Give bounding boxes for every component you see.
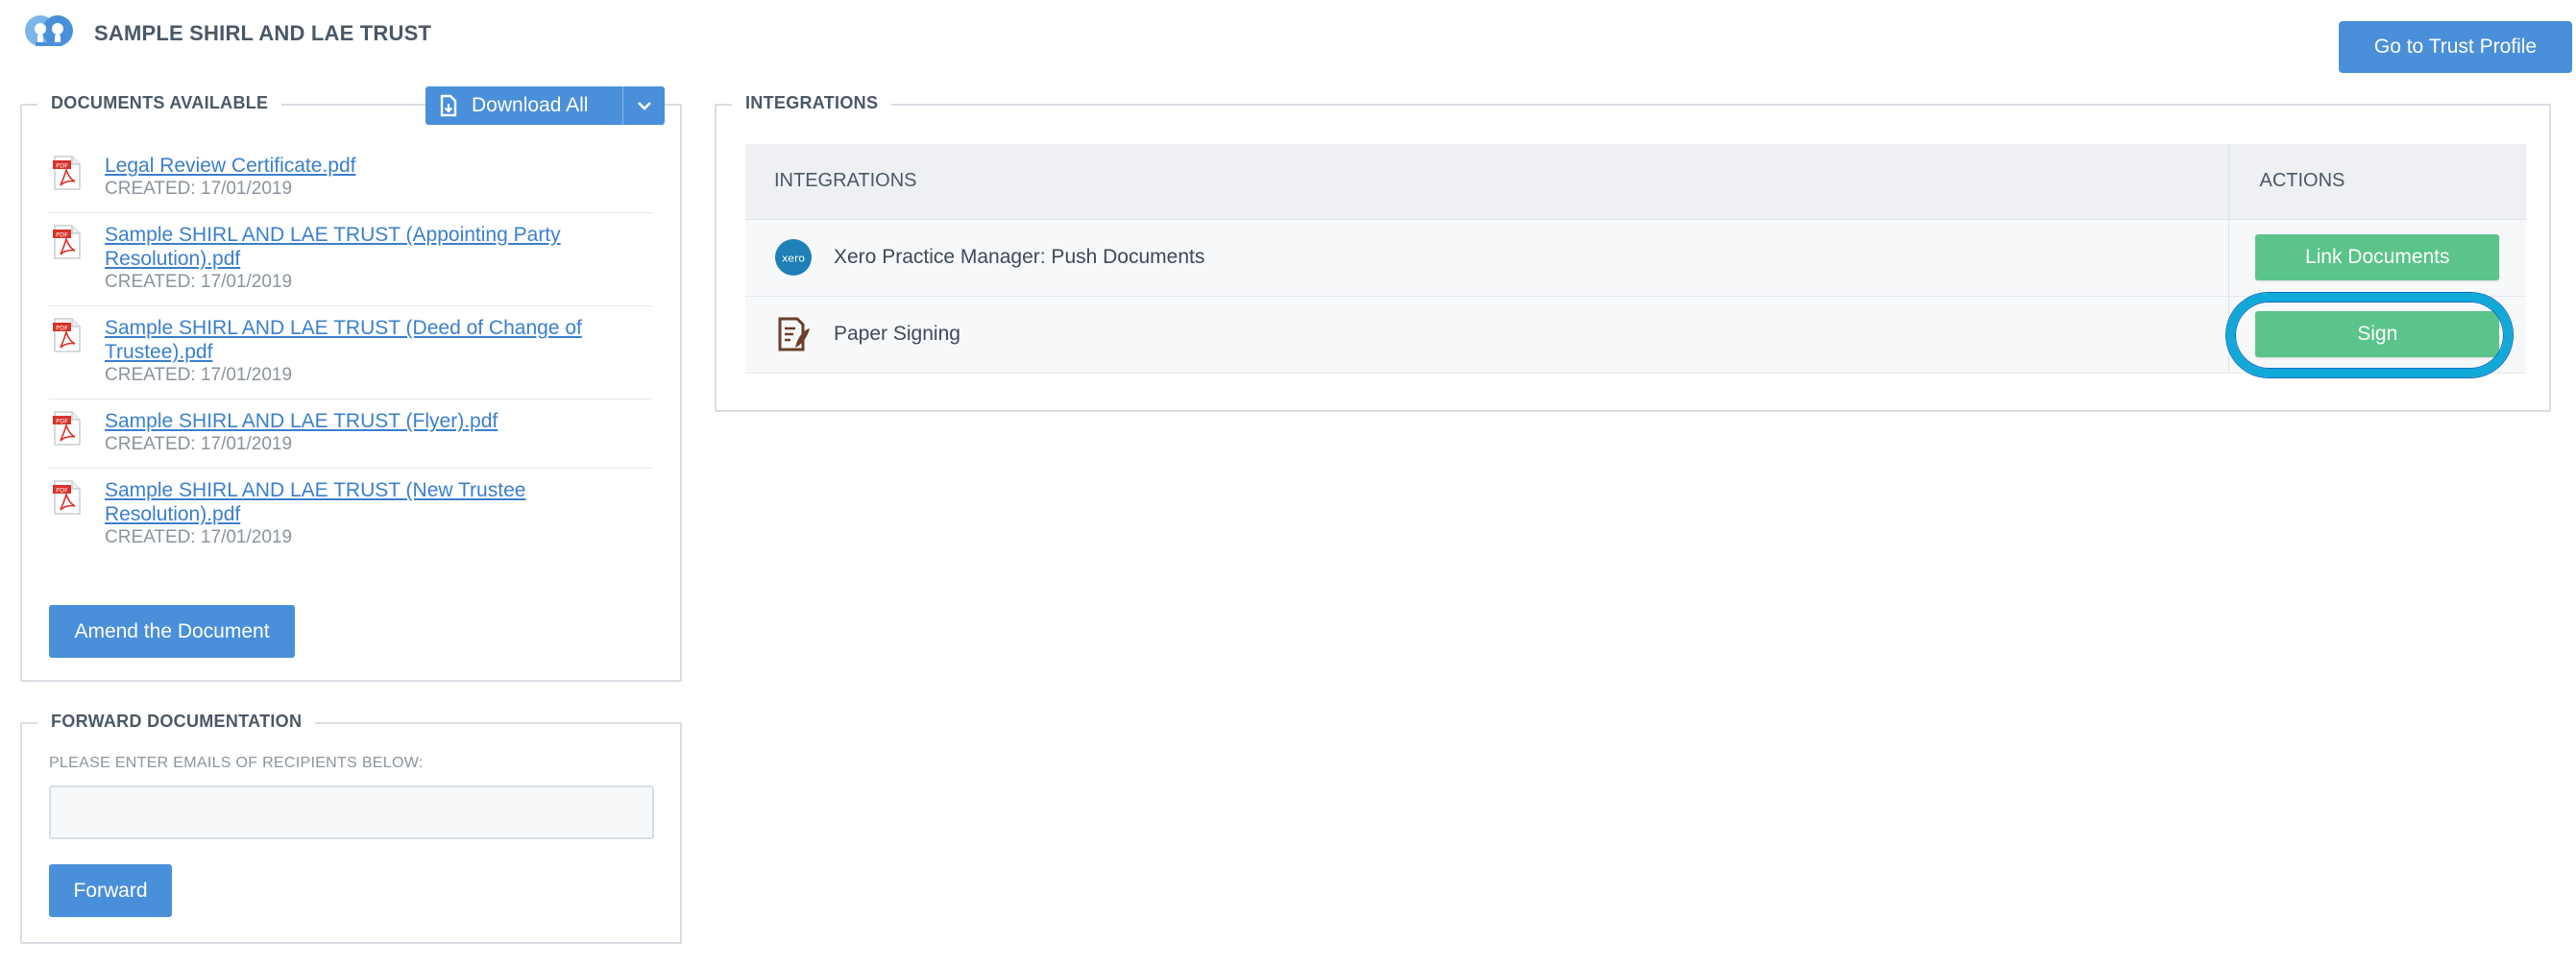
integrations-legend: INTEGRATIONS <box>732 93 892 113</box>
table-row: Paper Signing Sign <box>745 296 2526 374</box>
pdf-file-icon: PDF <box>53 225 82 259</box>
page-header: SAMPLE SHIRL AND LAE TRUST Go to Trust P… <box>0 0 2576 73</box>
integration-cell: xero Xero Practice Manager: Push Documen… <box>745 219 2228 297</box>
document-list: PDF Legal Review Certificate.pdf CREATED: … <box>49 144 652 561</box>
sign-button[interactable]: Sign <box>2255 311 2500 357</box>
integration-cell: Paper Signing <box>745 296 2228 374</box>
integrations-table: INTEGRATIONS ACTIONS xero Xero Practice … <box>745 144 2526 374</box>
trust-logo-icon <box>21 13 77 58</box>
document-link[interactable]: Sample SHIRL AND LAE TRUST (New Trustee … <box>105 478 623 526</box>
trust-name: SAMPLE SHIRL AND LAE TRUST <box>94 21 432 45</box>
list-item: PDF Sample SHIRL AND LAE TRUST (New Trust… <box>49 469 652 561</box>
document-created-date: CREATED: 17/01/2019 <box>105 365 293 385</box>
download-all-button[interactable]: Download All <box>425 86 665 125</box>
column-header-actions: ACTIONS <box>2227 144 2526 220</box>
pdf-file-icon: PDF <box>53 480 82 515</box>
document-created-date: CREATED: 17/01/2019 <box>105 527 293 547</box>
chevron-down-icon[interactable] <box>622 86 665 125</box>
column-header-integrations: INTEGRATIONS <box>745 144 2228 220</box>
link-documents-button[interactable]: Link Documents <box>2255 234 2500 280</box>
action-cell: Link Documents <box>2227 219 2526 297</box>
table-row: xero Xero Practice Manager: Push Documen… <box>745 219 2526 297</box>
paper-signing-icon <box>774 315 813 353</box>
table-header-row: INTEGRATIONS ACTIONS <box>745 144 2526 220</box>
list-item: PDF Sample SHIRL AND LAE TRUST (Flyer).pd… <box>49 399 652 469</box>
document-created-date: CREATED: 17/01/2019 <box>105 179 293 199</box>
recipient-emails-input[interactable] <box>49 786 654 839</box>
recipients-label: PLEASE ENTER EMAILS OF RECIPIENTS BELOW: <box>49 755 424 771</box>
pdf-file-icon: PDF <box>53 411 82 446</box>
pdf-file-icon: PDF <box>53 318 82 352</box>
integration-name: Paper Signing <box>834 323 960 345</box>
download-all-label: Download All <box>472 94 589 116</box>
list-item: PDF Sample SHIRL AND LAE TRUST (Appointin… <box>49 213 652 306</box>
list-item: PDF Legal Review Certificate.pdf CREATED: … <box>49 144 652 213</box>
document-created-date: CREATED: 17/01/2019 <box>105 434 293 454</box>
document-link[interactable]: Sample SHIRL AND LAE TRUST (Appointing P… <box>105 223 623 271</box>
integrations-panel: INTEGRATIONS INTEGRATIONS ACTIONS xero X… <box>715 93 2551 412</box>
documents-available-panel: DOCUMENTS AVAILABLE Download All PDF Lega… <box>20 86 682 682</box>
integration-name: Xero Practice Manager: Push Documents <box>834 246 1205 268</box>
xero-icon: xero <box>774 238 813 277</box>
go-to-trust-profile-button[interactable]: Go to Trust Profile <box>2339 21 2572 73</box>
document-link[interactable]: Sample SHIRL AND LAE TRUST (Flyer).pdf <box>105 409 623 433</box>
forward-documentation-panel: FORWARD DOCUMENTATION PLEASE ENTER EMAIL… <box>20 712 682 944</box>
download-file-icon <box>425 86 472 125</box>
list-item: PDF Sample SHIRL AND LAE TRUST (Deed of C… <box>49 306 652 399</box>
forward-button[interactable]: Forward <box>49 864 172 917</box>
forward-legend: FORWARD DOCUMENTATION <box>37 712 316 732</box>
documents-legend: DOCUMENTS AVAILABLE <box>37 93 282 113</box>
document-link[interactable]: Legal Review Certificate.pdf <box>105 154 623 178</box>
xero-icon-text: xero <box>782 253 805 265</box>
amend-document-button[interactable]: Amend the Document <box>49 605 295 658</box>
document-link[interactable]: Sample SHIRL AND LAE TRUST (Deed of Chan… <box>105 316 623 364</box>
pdf-file-icon: PDF <box>53 156 82 190</box>
document-created-date: CREATED: 17/01/2019 <box>105 272 293 292</box>
action-cell: Sign <box>2227 296 2526 374</box>
